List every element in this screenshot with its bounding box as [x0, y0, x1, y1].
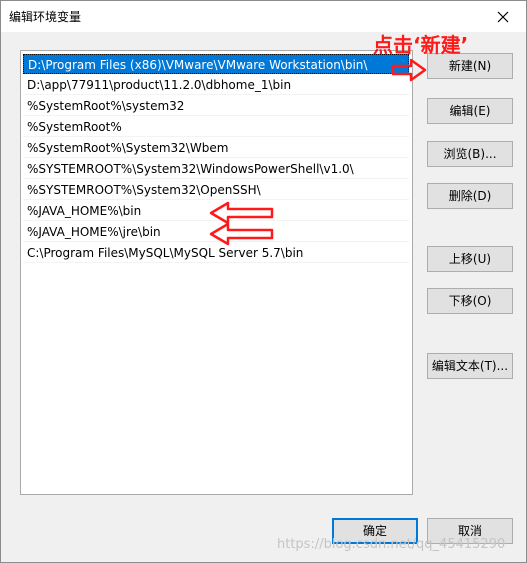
browse-button[interactable]: 浏览(B)...: [427, 141, 513, 167]
move-down-button[interactable]: 下移(O): [427, 288, 513, 314]
list-item[interactable]: D:\app\77911\product\11.2.0\dbhome_1\bin: [23, 75, 409, 95]
edit-env-variable-dialog: 编辑环境变量 D:\Program Files (x86)\VMware\VMw…: [0, 0, 527, 563]
annotation-arrow-icon: [391, 58, 427, 82]
annotation-text: 点击‘新建’: [373, 33, 469, 57]
list-item[interactable]: %SystemRoot%\system32: [23, 96, 409, 116]
edit-text-button[interactable]: 编辑文本(T)...: [427, 353, 513, 379]
list-item[interactable]: %SYSTEMROOT%\System32\OpenSSH\: [23, 180, 409, 200]
close-button[interactable]: [480, 1, 526, 32]
window-title: 编辑环境变量: [9, 10, 82, 24]
list-item[interactable]: %SYSTEMROOT%\System32\WindowsPowerShell\…: [23, 159, 409, 179]
watermark: https://blog.csdn.net/qq_45415290: [277, 537, 506, 552]
annotation-arrow-icon: [209, 222, 274, 246]
list-item[interactable]: D:\Program Files (x86)\VMware\VMware Wor…: [23, 54, 409, 74]
path-list[interactable]: D:\Program Files (x86)\VMware\VMware Wor…: [20, 50, 413, 495]
edit-button[interactable]: 编辑(E): [427, 98, 513, 124]
close-icon: [497, 11, 509, 22]
list-item[interactable]: C:\Program Files\MySQL\MySQL Server 5.7\…: [23, 243, 409, 263]
move-up-button[interactable]: 上移(U): [427, 246, 513, 272]
list-item[interactable]: %SystemRoot%\System32\Wbem: [23, 138, 409, 158]
title-bar: 编辑环境变量: [1, 1, 526, 32]
list-item[interactable]: %SystemRoot%: [23, 117, 409, 137]
delete-button[interactable]: 删除(D): [427, 183, 513, 209]
